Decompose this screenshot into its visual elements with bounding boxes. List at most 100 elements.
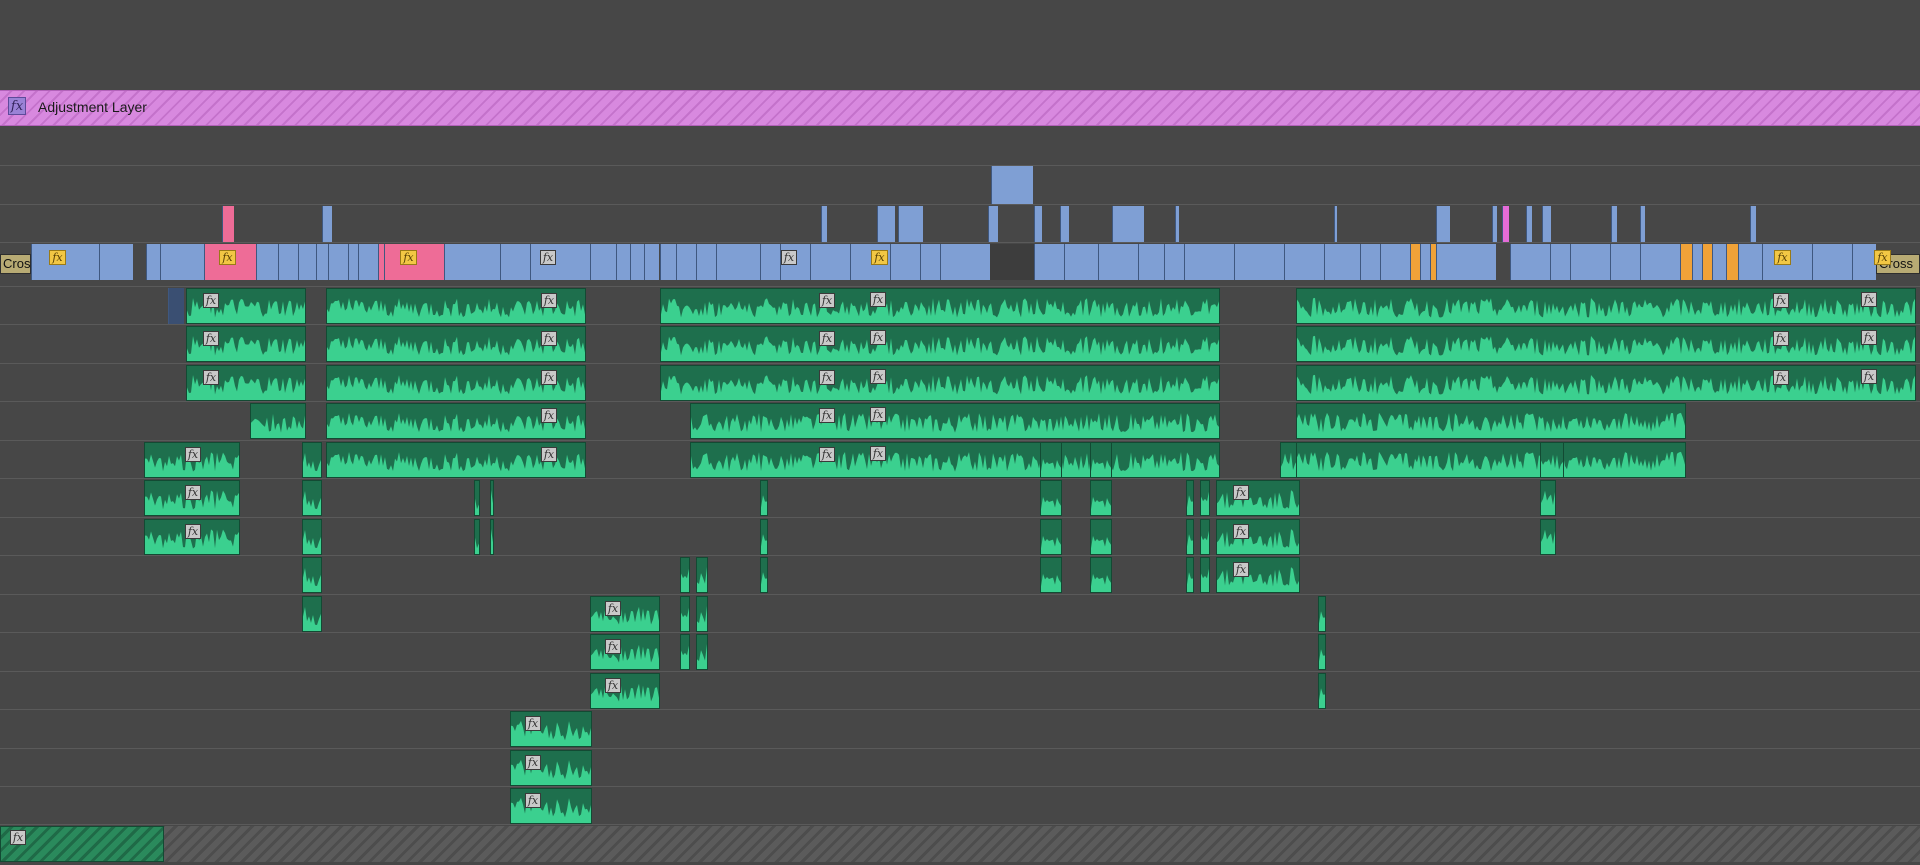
video-clip[interactable] bbox=[991, 166, 1033, 204]
audio-clip[interactable]: fx bbox=[1216, 480, 1300, 516]
video-clip[interactable] bbox=[1380, 244, 1410, 280]
audio-clip[interactable]: fx bbox=[510, 788, 592, 824]
video-clip[interactable] bbox=[1436, 206, 1450, 242]
audio-clip[interactable] bbox=[696, 557, 708, 593]
video-clip[interactable] bbox=[1234, 244, 1284, 280]
audio-clip[interactable]: fx bbox=[510, 750, 592, 786]
video-clip[interactable] bbox=[940, 244, 990, 280]
video-clip[interactable] bbox=[1712, 244, 1726, 280]
audio-clip[interactable]: fx bbox=[1296, 365, 1916, 401]
video-clip[interactable] bbox=[256, 244, 278, 280]
video-clip[interactable] bbox=[1034, 206, 1042, 242]
audio-clip[interactable] bbox=[474, 480, 480, 516]
video-clip[interactable] bbox=[1852, 244, 1876, 280]
audio-clip[interactable] bbox=[680, 596, 690, 632]
audio-clip[interactable] bbox=[680, 634, 690, 670]
audio-clip[interactable]: fx bbox=[186, 288, 306, 324]
video-clip[interactable] bbox=[1510, 244, 1550, 280]
video-clip[interactable] bbox=[1526, 206, 1532, 242]
audio-clip[interactable]: fx bbox=[326, 326, 586, 362]
video-clip[interactable] bbox=[160, 244, 204, 280]
video-clip[interactable] bbox=[168, 288, 184, 324]
audio-clip[interactable]: fx bbox=[186, 365, 306, 401]
video-clip[interactable] bbox=[278, 244, 298, 280]
video-clip[interactable] bbox=[920, 244, 940, 280]
video-clip[interactable] bbox=[1410, 244, 1420, 280]
audio-clip[interactable] bbox=[1540, 480, 1556, 516]
audio-clip[interactable] bbox=[696, 634, 708, 670]
audio-clip[interactable]: fx bbox=[690, 403, 1220, 439]
video-clip[interactable] bbox=[1702, 244, 1712, 280]
audio-clip[interactable] bbox=[1318, 634, 1326, 670]
video-clip[interactable] bbox=[444, 244, 500, 280]
video-clip[interactable] bbox=[1420, 244, 1430, 280]
video-clip[interactable] bbox=[716, 244, 760, 280]
audio-clip[interactable]: fx bbox=[660, 365, 1220, 401]
audio-clip[interactable] bbox=[1200, 480, 1210, 516]
video-clip[interactable] bbox=[630, 244, 644, 280]
audio-clip[interactable] bbox=[1040, 480, 1062, 516]
video-clip[interactable] bbox=[1064, 244, 1098, 280]
video-clip[interactable] bbox=[1610, 244, 1640, 280]
audio-clip[interactable] bbox=[1540, 519, 1556, 555]
audio-clip[interactable] bbox=[250, 403, 306, 439]
audio-clip[interactable] bbox=[1540, 442, 1564, 478]
audio-clip[interactable]: fx bbox=[144, 519, 240, 555]
video-clip[interactable] bbox=[1611, 206, 1617, 242]
audio-clip[interactable] bbox=[1296, 442, 1686, 478]
audio-clip[interactable] bbox=[696, 596, 708, 632]
audio-clip[interactable] bbox=[1040, 442, 1062, 478]
video-clip[interactable] bbox=[890, 244, 920, 280]
cross-dissolve-transition[interactable]: Cros bbox=[0, 254, 31, 274]
video-clip[interactable] bbox=[821, 206, 827, 242]
video-clip[interactable] bbox=[328, 244, 348, 280]
audio-clip[interactable] bbox=[302, 596, 322, 632]
video-clip[interactable] bbox=[616, 244, 630, 280]
audio-clip[interactable]: fx bbox=[1296, 288, 1916, 324]
audio-clip[interactable]: fx bbox=[660, 288, 1220, 324]
audio-clip[interactable]: fx bbox=[590, 673, 660, 709]
audio-clip[interactable]: fx bbox=[660, 326, 1220, 362]
video-clip[interactable] bbox=[877, 206, 895, 242]
video-clip[interactable] bbox=[1542, 206, 1551, 242]
video-clip[interactable] bbox=[222, 206, 234, 242]
video-clip[interactable] bbox=[1726, 244, 1738, 280]
audio-clip[interactable] bbox=[1040, 519, 1062, 555]
audio-clip[interactable] bbox=[1186, 480, 1194, 516]
audio-clip[interactable] bbox=[1090, 519, 1112, 555]
video-clip[interactable] bbox=[358, 244, 378, 280]
nested-sequence-clip[interactable]: fx bbox=[0, 826, 164, 862]
sequence-timeline[interactable]: fx Adjustment Layer Cros Cross fx fx fx fx… bbox=[0, 0, 1920, 865]
audio-clip[interactable]: fx bbox=[186, 326, 306, 362]
audio-clip[interactable] bbox=[1186, 519, 1194, 555]
video-clip[interactable] bbox=[1334, 206, 1337, 242]
adjustment-layer-clip[interactable]: fx Adjustment Layer bbox=[0, 90, 1920, 126]
video-clip[interactable] bbox=[348, 244, 358, 280]
audio-clip[interactable] bbox=[302, 519, 322, 555]
audio-clip[interactable]: fx bbox=[590, 596, 660, 632]
audio-clip[interactable] bbox=[760, 480, 768, 516]
video-clip[interactable] bbox=[590, 244, 616, 280]
audio-clip[interactable] bbox=[1318, 596, 1326, 632]
video-clip[interactable] bbox=[1360, 244, 1380, 280]
audio-clip[interactable]: fx bbox=[510, 711, 592, 747]
audio-clip[interactable] bbox=[1200, 519, 1210, 555]
video-clip[interactable] bbox=[1640, 244, 1680, 280]
video-clip[interactable] bbox=[1436, 244, 1496, 280]
audio-clip[interactable]: fx bbox=[326, 442, 586, 478]
video-clip[interactable] bbox=[298, 244, 316, 280]
audio-clip[interactable] bbox=[1318, 673, 1326, 709]
audio-clip[interactable] bbox=[680, 557, 690, 593]
video-clip[interactable] bbox=[898, 206, 923, 242]
video-clip[interactable] bbox=[1692, 244, 1702, 280]
audio-clip[interactable]: fx bbox=[144, 442, 240, 478]
video-clip[interactable] bbox=[500, 244, 530, 280]
video-clip[interactable] bbox=[1502, 206, 1509, 242]
audio-clip[interactable] bbox=[1200, 557, 1210, 593]
video-clip[interactable] bbox=[696, 244, 716, 280]
video-clip[interactable] bbox=[1640, 206, 1645, 242]
audio-clip[interactable]: fx bbox=[1296, 326, 1916, 362]
video-clip[interactable] bbox=[810, 244, 850, 280]
audio-clip[interactable] bbox=[1090, 557, 1112, 593]
video-clip[interactable] bbox=[1164, 244, 1184, 280]
